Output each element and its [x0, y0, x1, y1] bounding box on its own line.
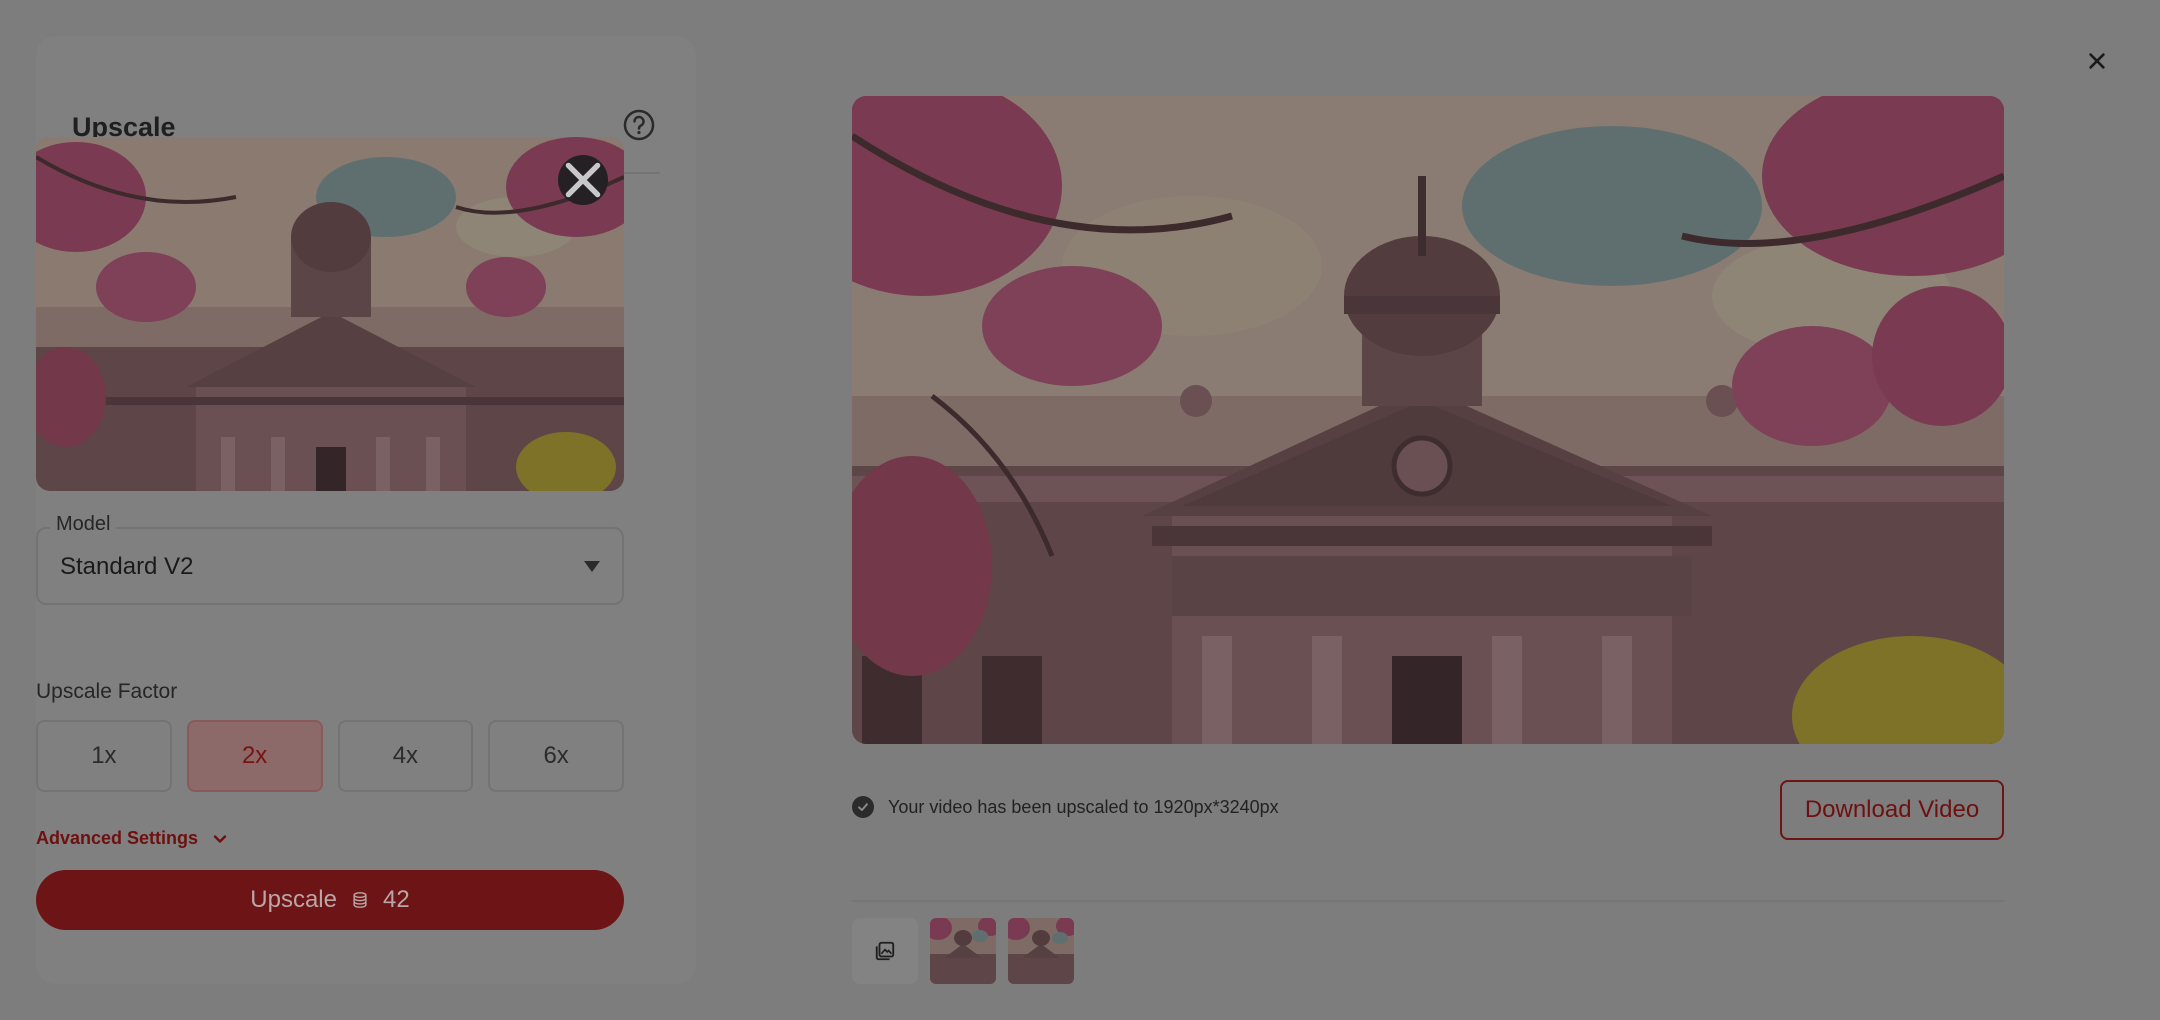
- result-preview: [852, 96, 2004, 744]
- source-thumbnail: [36, 137, 624, 491]
- upscale-button-label: Upscale: [250, 886, 337, 913]
- model-value: Standard V2: [60, 553, 194, 580]
- divider: [852, 900, 2004, 902]
- close-icon: [565, 162, 601, 198]
- chevron-down-icon: [213, 834, 227, 843]
- history-thumbnail[interactable]: [1008, 918, 1074, 984]
- upscale-factor-group: 1x 2x 4x 6x: [36, 720, 624, 792]
- gallery-icon: [875, 941, 895, 961]
- close-icon: [2089, 53, 2105, 69]
- upscale-credits: 42: [383, 886, 410, 913]
- building-image: [36, 137, 624, 491]
- check-circle-icon: [852, 796, 874, 818]
- model-select[interactable]: Model Standard V2: [36, 513, 624, 605]
- question-circle-icon[interactable]: [622, 108, 656, 142]
- factor-1x-button[interactable]: 1x: [36, 720, 172, 792]
- advanced-settings-toggle[interactable]: Advanced Settings: [36, 828, 228, 849]
- factor-4x-button[interactable]: 4x: [337, 720, 474, 792]
- close-modal-button[interactable]: [2076, 40, 2118, 82]
- building-image: [852, 96, 2004, 744]
- remove-image-button[interactable]: [558, 155, 608, 205]
- history-thumbnail[interactable]: [930, 918, 996, 984]
- upscale-button[interactable]: Upscale 42: [36, 870, 624, 930]
- factor-2x-button[interactable]: 2x: [186, 720, 323, 792]
- history-strip: [852, 918, 1074, 984]
- caret-down-icon: [584, 561, 600, 572]
- upscale-factor-label: Upscale Factor: [36, 680, 178, 703]
- upscale-status: Your video has been upscaled to 1920px*3…: [852, 796, 1279, 818]
- model-label: Model: [50, 513, 117, 536]
- download-video-button[interactable]: Download Video: [1780, 780, 2004, 840]
- gallery-button[interactable]: [852, 918, 918, 984]
- coins-icon: [353, 892, 367, 908]
- advanced-settings-label: Advanced Settings: [36, 828, 199, 848]
- status-text: Your video has been upscaled to 1920px*3…: [888, 796, 1279, 817]
- factor-6x-button[interactable]: 6x: [488, 720, 624, 792]
